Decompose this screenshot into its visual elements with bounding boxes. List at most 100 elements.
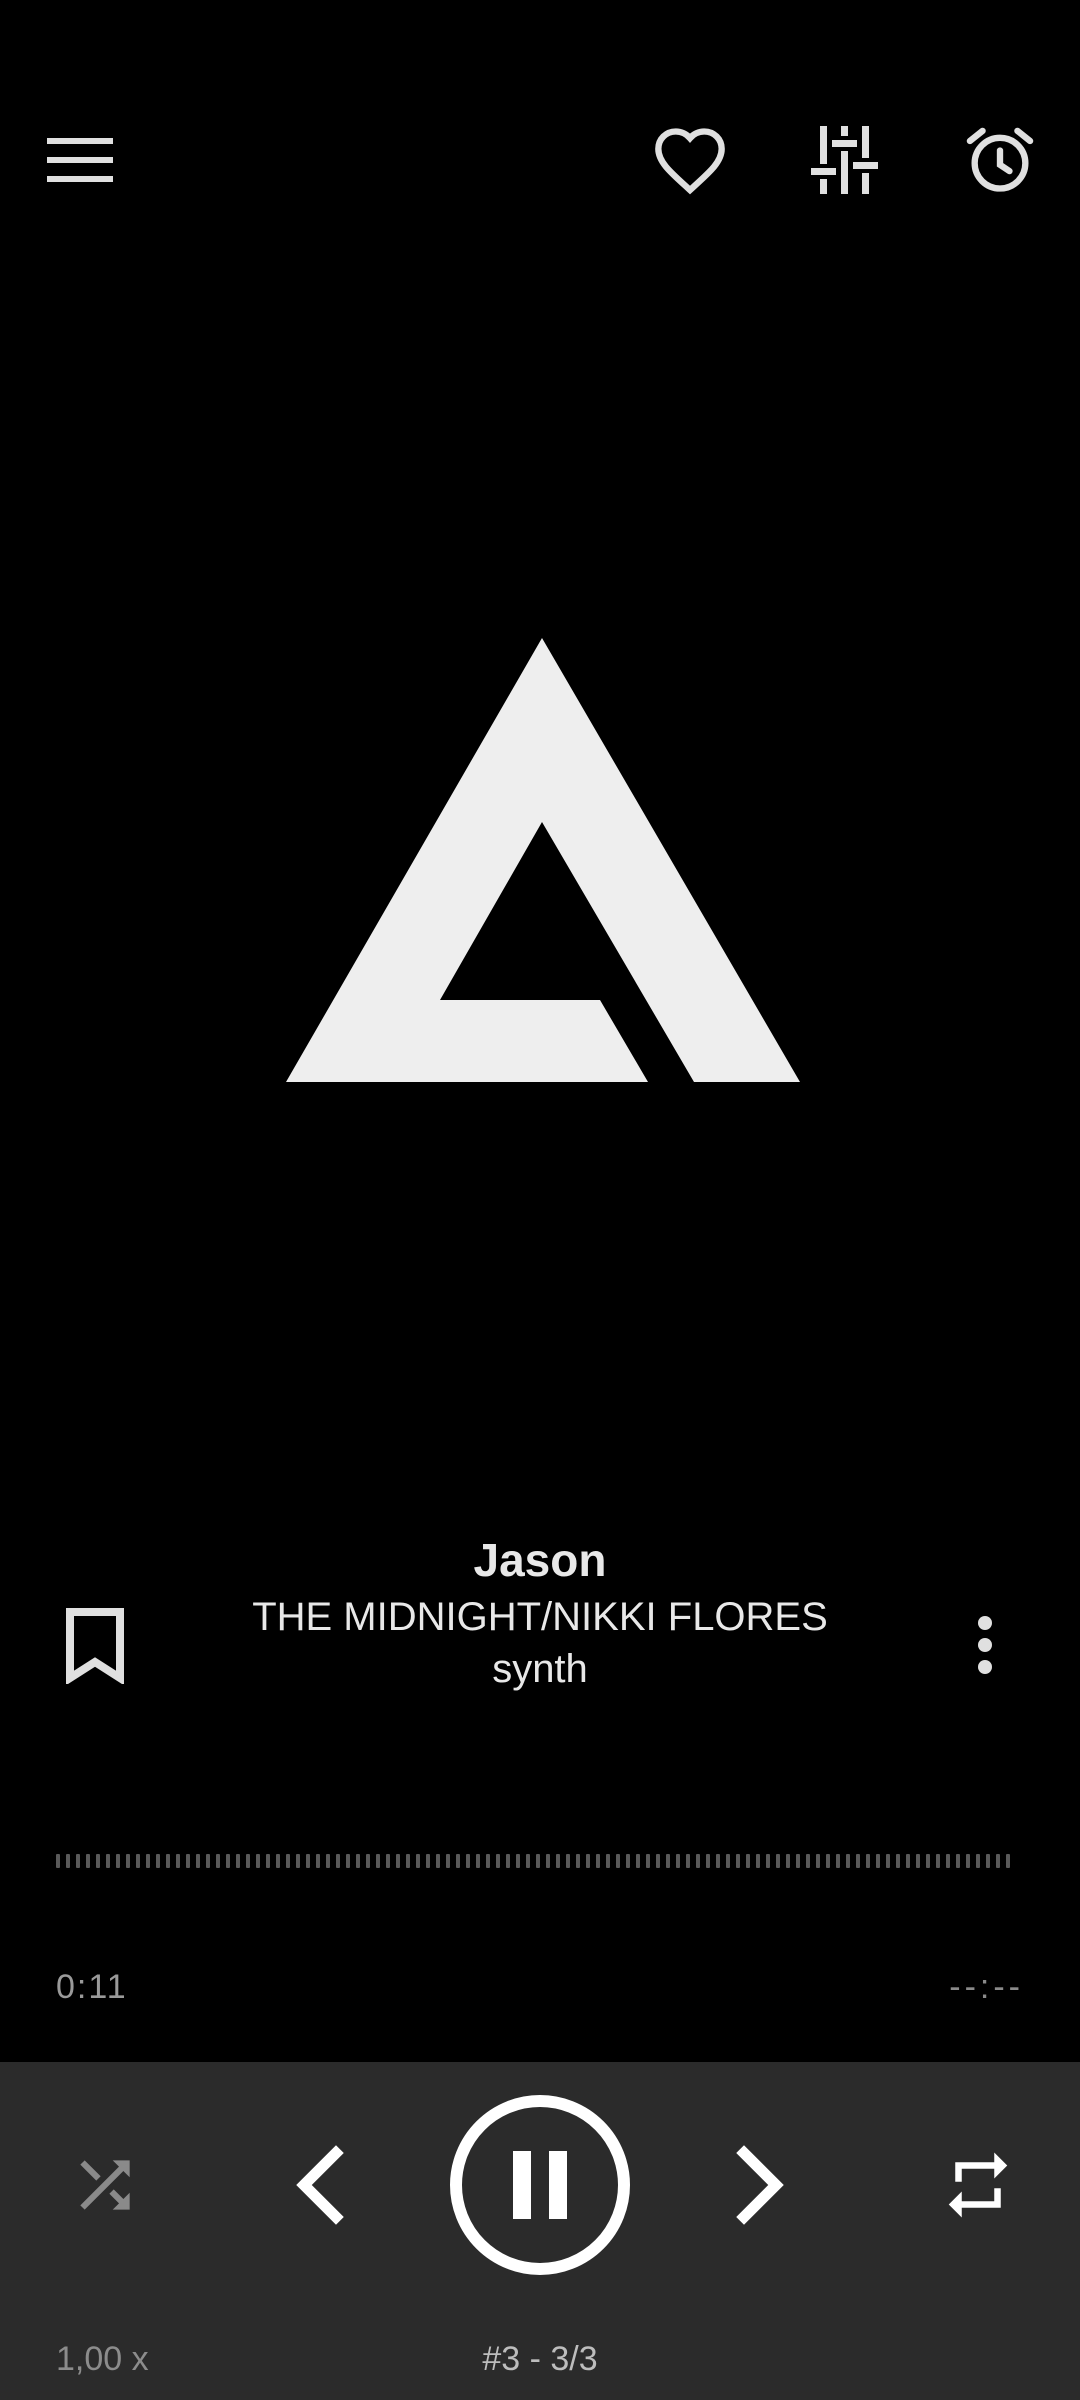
seek-tick — [116, 1854, 120, 1868]
seek-tick — [686, 1854, 690, 1868]
seek-tick — [846, 1854, 850, 1868]
seek-tick — [706, 1854, 710, 1868]
seek-tick — [936, 1854, 940, 1868]
seek-bar[interactable] — [56, 1854, 1014, 1870]
seek-tick — [126, 1854, 130, 1868]
seek-tick — [346, 1854, 350, 1868]
seek-tick — [546, 1854, 550, 1868]
equalizer-sliders-icon — [811, 126, 878, 194]
repeat-button[interactable] — [920, 2120, 1035, 2250]
seek-tick — [496, 1854, 500, 1868]
seek-tick — [466, 1854, 470, 1868]
more-options-button[interactable] — [940, 1590, 1030, 1700]
seek-tick — [766, 1854, 770, 1868]
seek-tick — [76, 1854, 80, 1868]
seek-tick — [596, 1854, 600, 1868]
album-art — [280, 630, 800, 1090]
seek-tick — [206, 1854, 210, 1868]
seek-tick — [366, 1854, 370, 1868]
sleep-timer-button[interactable] — [950, 110, 1050, 210]
seek-tick — [506, 1854, 510, 1868]
seek-tick — [66, 1854, 70, 1868]
seek-tick — [606, 1854, 610, 1868]
seek-tick — [626, 1854, 630, 1868]
seek-tick — [926, 1854, 930, 1868]
seek-tick — [616, 1854, 620, 1868]
shuffle-button[interactable] — [50, 2120, 160, 2250]
seek-tick — [516, 1854, 520, 1868]
equalizer-button[interactable] — [795, 110, 895, 210]
seek-tick — [186, 1854, 190, 1868]
seek-tick — [416, 1854, 420, 1868]
seek-tick — [486, 1854, 490, 1868]
seek-tick — [406, 1854, 410, 1868]
seek-tick — [966, 1854, 970, 1868]
track-genre: synth — [492, 1647, 588, 1691]
seek-tick — [556, 1854, 560, 1868]
favorite-button[interactable] — [640, 110, 740, 210]
seek-tick — [436, 1854, 440, 1868]
seek-tick — [946, 1854, 950, 1868]
seek-tick — [146, 1854, 150, 1868]
seek-tick — [786, 1854, 790, 1868]
seek-tick — [106, 1854, 110, 1868]
seek-tick — [956, 1854, 960, 1868]
remaining-time: --:-- — [949, 1968, 1024, 2006]
seek-tick — [426, 1854, 430, 1868]
seek-tick — [776, 1854, 780, 1868]
seek-tick — [586, 1854, 590, 1868]
seek-tick — [1006, 1854, 1010, 1868]
menu-button[interactable] — [20, 110, 140, 210]
seek-tick — [226, 1854, 230, 1868]
seek-tick — [656, 1854, 660, 1868]
seek-tick — [756, 1854, 760, 1868]
seek-tick — [676, 1854, 680, 1868]
seek-tick — [996, 1854, 1000, 1868]
seek-tick — [336, 1854, 340, 1868]
seek-tick — [356, 1854, 360, 1868]
track-artist: THE MIDNIGHT/NIKKI FLORES — [252, 1595, 828, 1639]
seek-tick — [216, 1854, 220, 1868]
seek-tick — [526, 1854, 530, 1868]
seek-tick — [56, 1854, 60, 1868]
hamburger-menu-icon — [47, 138, 113, 182]
repeat-icon — [948, 2152, 1007, 2218]
seek-tick — [696, 1854, 700, 1868]
seek-tick — [816, 1854, 820, 1868]
seek-tick — [386, 1854, 390, 1868]
seek-tick — [396, 1854, 400, 1868]
seek-tick — [316, 1854, 320, 1868]
seek-tick — [376, 1854, 380, 1868]
seek-tick — [726, 1854, 730, 1868]
seek-tick — [876, 1854, 880, 1868]
seek-tick — [896, 1854, 900, 1868]
bookmark-button[interactable] — [40, 1590, 150, 1700]
seek-tick — [836, 1854, 840, 1868]
seek-tick — [886, 1854, 890, 1868]
seek-tick — [306, 1854, 310, 1868]
seek-tick — [976, 1854, 980, 1868]
track-info: Jason THE MIDNIGHT/NIKKI FLORES synth — [0, 1530, 1080, 1694]
seek-tick — [826, 1854, 830, 1868]
seek-tick — [906, 1854, 910, 1868]
seek-tick — [796, 1854, 800, 1868]
seek-tick — [246, 1854, 250, 1868]
elapsed-time: 0:11 — [56, 1968, 128, 2006]
seek-tick — [986, 1854, 990, 1868]
play-pause-button[interactable] — [445, 2090, 635, 2280]
previous-button[interactable] — [260, 2120, 380, 2250]
seek-tick — [476, 1854, 480, 1868]
alarm-clock-icon — [966, 127, 1034, 192]
chevron-left-icon — [296, 2145, 344, 2225]
next-button[interactable] — [700, 2120, 820, 2250]
seek-tick — [456, 1854, 460, 1868]
bookmark-outline-icon — [66, 1608, 124, 1684]
seek-tick — [916, 1854, 920, 1868]
seek-tick — [96, 1854, 100, 1868]
seek-tick — [86, 1854, 90, 1868]
queue-position: #3 - 3/3 — [482, 2340, 598, 2378]
seek-tick — [576, 1854, 580, 1868]
seek-tick — [646, 1854, 650, 1868]
seek-tick — [256, 1854, 260, 1868]
seek-tick — [716, 1854, 720, 1868]
